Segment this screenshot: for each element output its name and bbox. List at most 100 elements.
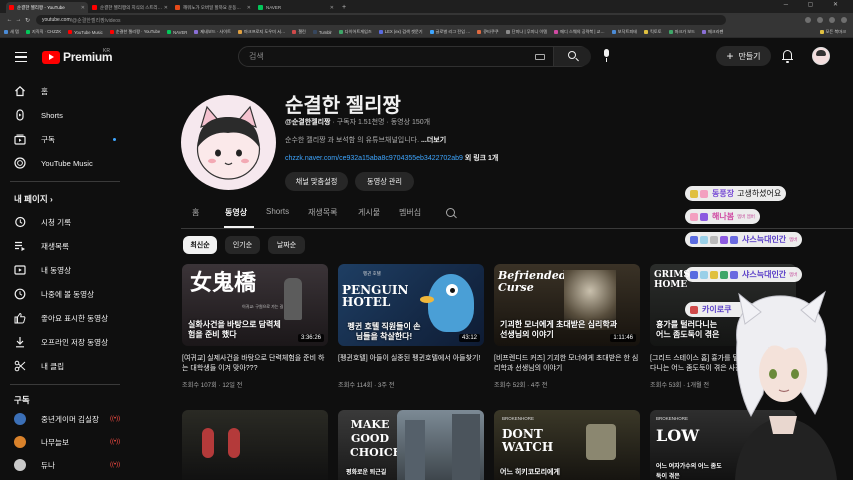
sidebar-item-home[interactable]: 홈 bbox=[0, 81, 128, 101]
bookmark-item[interactable]: 마크프로지 도우미 서… bbox=[237, 29, 285, 35]
browser-tab[interactable]: 깨워노가 오버일 할까요 운동… ✕ bbox=[172, 2, 254, 13]
more-link[interactable]: ...더보기 bbox=[421, 137, 446, 144]
sidebar-item-liked-videos[interactable]: 좋아요 표시한 동영상 bbox=[0, 308, 128, 328]
tab-shorts[interactable]: Shorts bbox=[266, 207, 289, 216]
bookmark-item[interactable]: LEX (ex) 검색 겟문기 bbox=[378, 29, 423, 35]
bookmark-item[interactable]: 단미나 | 무미니 이템 bbox=[505, 29, 547, 35]
account-avatar[interactable] bbox=[812, 47, 830, 65]
live-icon: ((•)) bbox=[110, 416, 121, 422]
sidebar-item-history[interactable]: 시청 기록 bbox=[0, 212, 128, 232]
sidebar-you-header[interactable]: 내 페이지 › bbox=[14, 193, 53, 205]
manage-videos-button[interactable]: 동영상 관리 bbox=[355, 172, 414, 191]
tab-home[interactable]: 홈 bbox=[192, 207, 199, 218]
channel-links[interactable]: chzzk.naver.com/ce932a15aba8c9704355eb34… bbox=[285, 153, 498, 163]
bookmark-favicon-icon bbox=[292, 30, 297, 34]
tab-close-icon[interactable]: ✕ bbox=[247, 5, 251, 11]
chat-username: 샤스늑대인간 bbox=[742, 235, 787, 244]
youtube-logo[interactable]: Premium bbox=[42, 50, 113, 64]
sort-chip-oldest[interactable]: 날짜순 bbox=[268, 236, 305, 254]
sidebar-item-your-videos[interactable]: 내 동영상 bbox=[0, 260, 128, 280]
notifications-bell-icon[interactable] bbox=[782, 50, 793, 63]
bookmark-item[interactable]: 제네보드 · 사이트 bbox=[194, 29, 231, 35]
back-icon[interactable]: ← bbox=[5, 17, 14, 23]
video-title[interactable]: [여귀교] 실제사건을 바탕으로 단력체험을 준비 하는 대학생들 이겨 맞아?… bbox=[182, 354, 328, 374]
bookmark-item[interactable]: Tumblr bbox=[312, 30, 332, 35]
tab-close-icon[interactable]: ✕ bbox=[81, 5, 85, 11]
bookmark-item[interactable]: NAVER bbox=[167, 30, 187, 35]
video-thumbnail[interactable]: 펭귄 호텔 PENGUIN HOTEL 펭귄 호텔 직원들이 손님들을 착살한다… bbox=[338, 264, 484, 346]
create-button[interactable]: + 만들기 bbox=[716, 46, 771, 66]
bookmark-item[interactable]: 킥토토 bbox=[644, 29, 662, 35]
bookmark-item[interactable]: 다이어트게임즈 bbox=[338, 29, 372, 35]
chat-username: 샤스늑대인간 bbox=[742, 270, 787, 279]
badge-icon bbox=[690, 305, 698, 314]
bookmark-item[interactable]: YouTube Music bbox=[68, 30, 103, 35]
tab-close-icon[interactable]: ✕ bbox=[164, 5, 168, 11]
youtube-play-icon bbox=[42, 50, 60, 64]
tab-playlists[interactable]: 재생목록 bbox=[308, 207, 337, 218]
channel-link[interactable]: chzzk.naver.com/ce932a15aba8c9704355eb34… bbox=[285, 155, 463, 162]
window-controls[interactable]: ─ ▢ ✕ bbox=[784, 1, 847, 8]
logo-region: KR bbox=[103, 48, 110, 54]
browser-tab[interactable]: 순결한 젤리짱 - YouTube ✕ bbox=[6, 2, 88, 13]
reload-icon[interactable]: ↻ bbox=[23, 17, 32, 24]
url-field[interactable]: youtube.com/@순결한젤리짱/videos bbox=[36, 15, 726, 25]
sidebar-item-downloads[interactable]: 오프라인 저장 동영상 bbox=[0, 332, 128, 352]
sidebar-item-shorts[interactable]: Shorts bbox=[0, 105, 128, 125]
video-thumbnail[interactable] bbox=[397, 410, 484, 480]
bookmark-item[interactable]: 순결한 젤리짱 · YouTube bbox=[109, 29, 160, 35]
microphone-icon[interactable] bbox=[602, 49, 611, 63]
extension-icon[interactable] bbox=[805, 17, 811, 23]
bookmark-item[interactable]: 새 탭 bbox=[4, 29, 19, 35]
video-thumbnail[interactable]: 女鬼橋 이귀교: 구원으로 가는 길 실화사건을 바탕으로 담력체험을 준비 했… bbox=[182, 264, 328, 346]
video-thumbnail[interactable] bbox=[182, 410, 328, 480]
sidebar-item-clips[interactable]: 내 클립 bbox=[0, 356, 128, 376]
thumbnail-title: LOW bbox=[656, 426, 700, 445]
bookmark-item[interactable]: 큐타쿠쿠 bbox=[477, 29, 499, 35]
profile-icon[interactable] bbox=[829, 17, 835, 23]
customize-channel-button[interactable]: 채널 맞춤설정 bbox=[285, 172, 348, 191]
tab-posts[interactable]: 게시물 bbox=[358, 207, 380, 218]
channel-description[interactable]: 순수한 젤리짱 과 보석함 의 유튜브채널입니다. ...더보기 bbox=[285, 135, 446, 145]
sidebar-item-subscriptions[interactable]: 구독 bbox=[0, 129, 128, 149]
channel-search-icon[interactable] bbox=[446, 208, 455, 217]
forward-icon[interactable]: → bbox=[14, 17, 23, 23]
channel-handle: @순결한젤리짱 bbox=[285, 119, 331, 126]
extension-icon[interactable] bbox=[817, 17, 823, 23]
video-thumbnail[interactable]: BROKENHORE DONT WATCH 어느 히키코모리에게 bbox=[494, 410, 640, 480]
bookmark-item[interactable]: 글로벌 리그 전임 … bbox=[429, 29, 470, 35]
sort-chip-latest[interactable]: 최신순 bbox=[183, 236, 217, 254]
sidebar-item-playlists[interactable]: 재생목록 bbox=[0, 236, 128, 256]
video-duration: 43:12 bbox=[458, 334, 480, 342]
bookmark-item[interactable]: 지직직 · CHZZK bbox=[25, 29, 61, 35]
subscription-channel[interactable]: 나무늘보 ((•)) bbox=[0, 432, 128, 452]
bookmark-item[interactable]: 메크라펜 bbox=[702, 29, 723, 35]
menu-icon[interactable] bbox=[841, 17, 847, 23]
keyboard-icon[interactable] bbox=[535, 54, 545, 60]
tab-close-icon[interactable]: ✕ bbox=[330, 5, 334, 11]
video-thumbnail[interactable]: Befriended Curse 기괴한 모너에게 초대받은 심리학과 선생님의… bbox=[494, 264, 640, 346]
sort-chip-popular[interactable]: 인기순 bbox=[225, 236, 260, 254]
subscription-channel[interactable]: 중년게이머 김실장 ((•)) bbox=[0, 409, 128, 429]
search-input[interactable] bbox=[239, 47, 549, 66]
sidebar-item-watch-later[interactable]: 나중에 볼 동영상 bbox=[0, 284, 128, 304]
bookmark-item[interactable]: 모든 북마크 bbox=[819, 29, 846, 35]
search-button[interactable] bbox=[553, 47, 591, 66]
new-tab-button[interactable]: + bbox=[342, 2, 346, 13]
more-links[interactable]: 외 링크 1개 bbox=[465, 155, 499, 162]
bookmark-item[interactable]: 챌린 bbox=[292, 29, 306, 35]
video-title[interactable]: [비프렌디드 커즈] 기괴한 모너에게 초대받은 한 심리학과 선생님의 이야기 bbox=[494, 354, 640, 374]
browser-tab[interactable]: 순결한 젤리짱의 지식의 스트리… ✕ bbox=[89, 2, 171, 13]
tab-membership[interactable]: 멤버십 bbox=[399, 207, 421, 218]
bookmark-favicon-icon bbox=[167, 30, 172, 34]
sidebar-item-youtube-music[interactable]: YouTube Music bbox=[0, 153, 128, 173]
tab-videos[interactable]: 동영상 bbox=[225, 207, 247, 218]
bookmark-item[interactable]: 보닥트피테 bbox=[611, 29, 637, 35]
view-count: 조회수 114회 bbox=[338, 382, 373, 389]
menu-icon[interactable] bbox=[15, 52, 27, 62]
bookmark-item[interactable]: 메디 스웨의 공략북 | 교… bbox=[554, 29, 605, 35]
subscription-channel[interactable]: 듀나 ((•)) bbox=[0, 455, 128, 475]
video-title[interactable]: [펭귄호텔] 아들이 실종된 펭귄호텔에서 아들찾기! bbox=[338, 354, 484, 374]
browser-tab[interactable]: NAVER ✕ bbox=[255, 2, 337, 13]
bookmark-item[interactable]: 마크가 보드 bbox=[668, 29, 695, 35]
